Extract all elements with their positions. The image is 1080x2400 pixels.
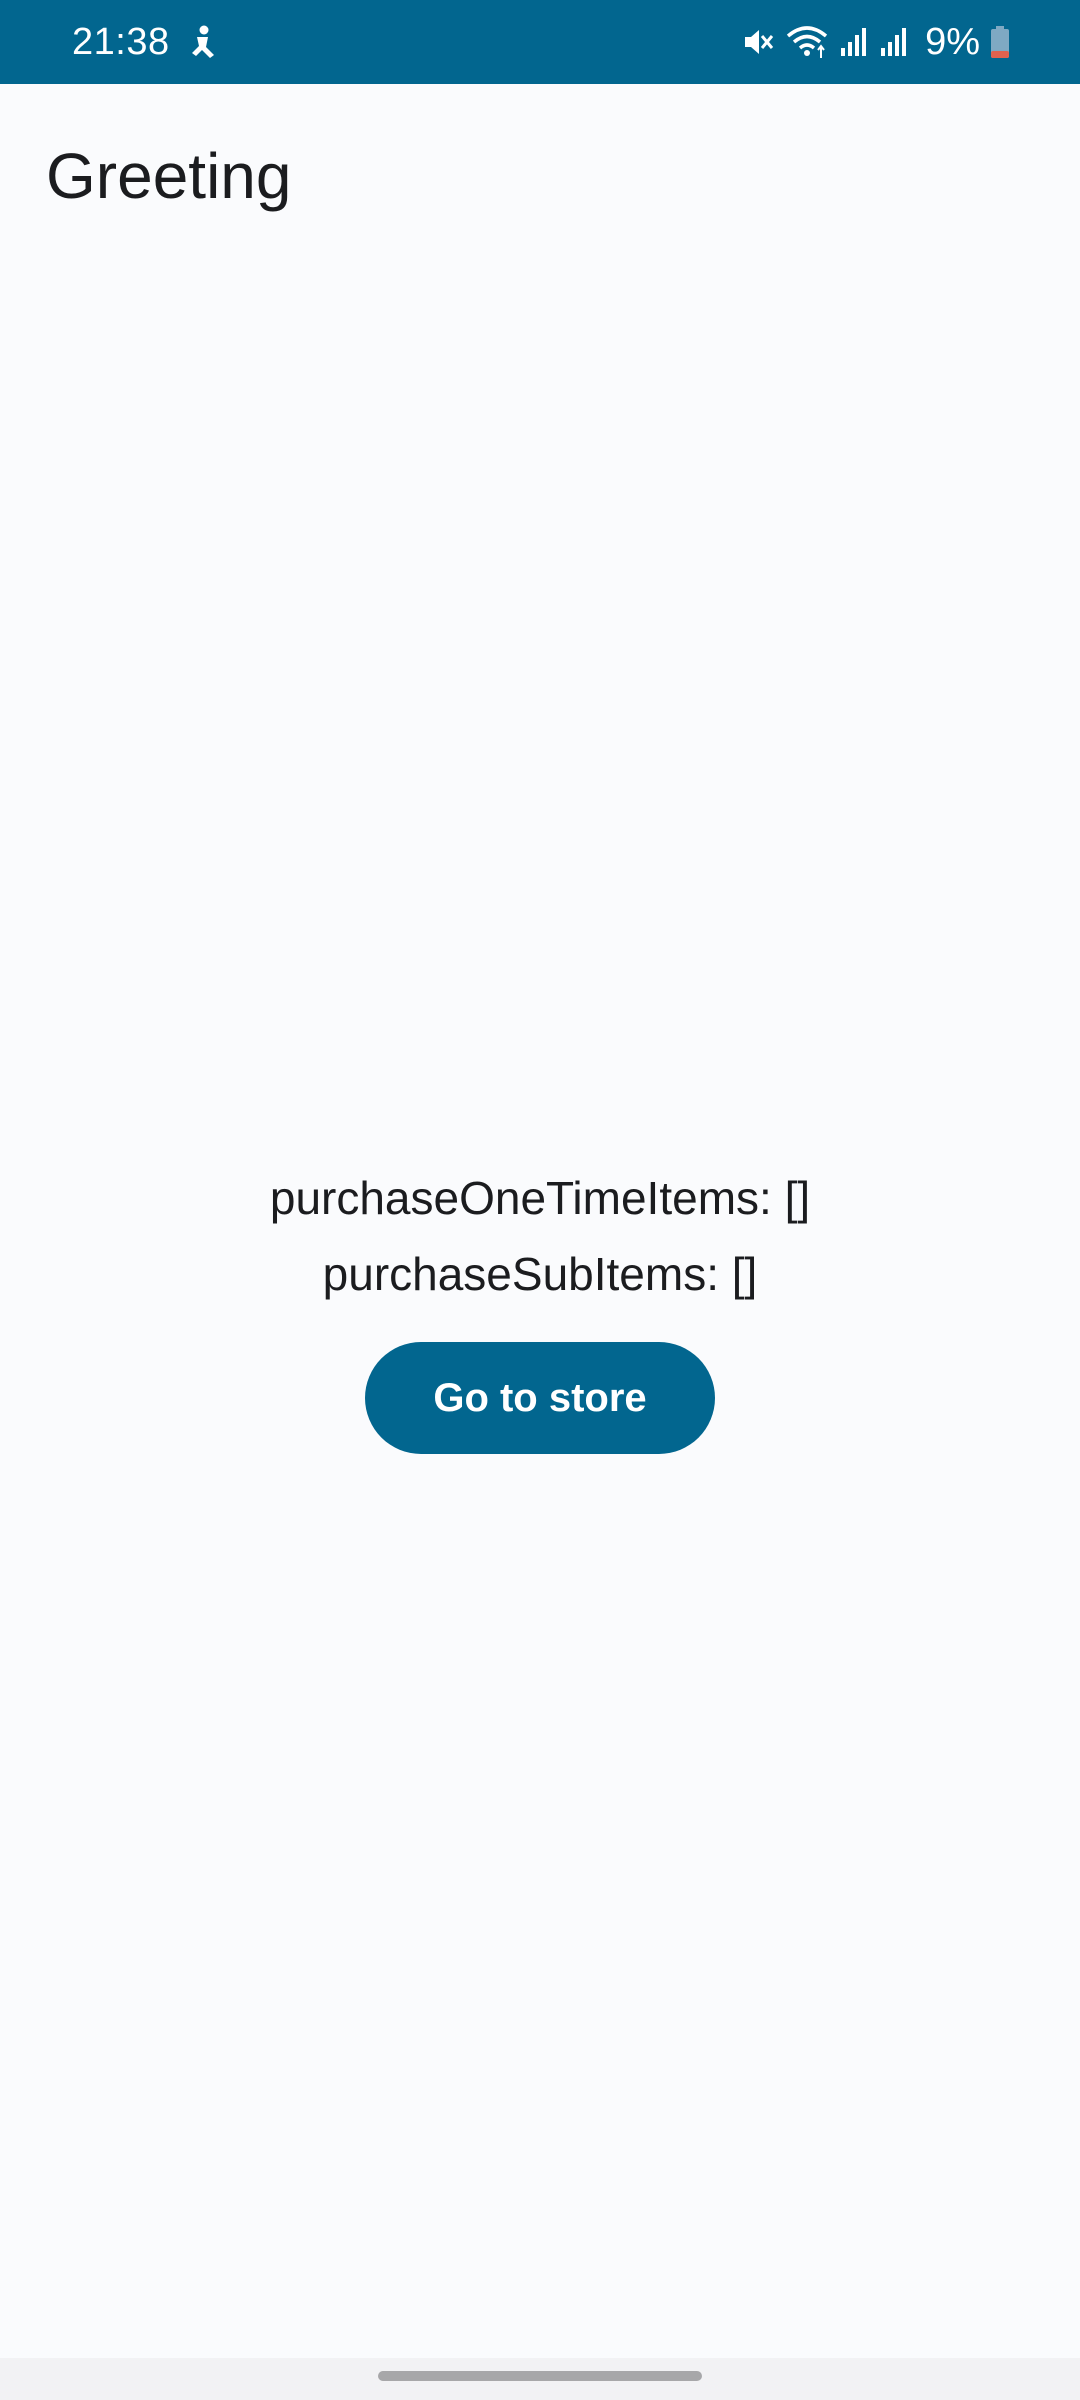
home-gesture-handle[interactable] [378, 2371, 702, 2381]
go-to-store-button[interactable]: Go to store [365, 1342, 715, 1454]
purchase-info: purchaseOneTimeItems: [] purchaseSubItem… [0, 1160, 1080, 1454]
wifi-icon [785, 24, 829, 60]
accessibility-icon [188, 25, 218, 59]
status-bar: 21:38 9% [0, 0, 1080, 84]
purchase-one-time-items-text: purchaseOneTimeItems: [] [269, 1172, 811, 1224]
signal-icon [879, 26, 909, 58]
signal-icon [839, 26, 869, 58]
status-left: 21:38 [72, 0, 218, 84]
battery-icon [990, 25, 1010, 59]
purchase-sub-items-text: purchaseSubItems: [] [322, 1248, 758, 1300]
status-time: 21:38 [72, 20, 170, 63]
status-right: 9% [741, 0, 1010, 84]
page-title: Greeting [46, 140, 292, 212]
mute-icon [741, 25, 775, 59]
battery-percent: 9% [925, 20, 980, 63]
